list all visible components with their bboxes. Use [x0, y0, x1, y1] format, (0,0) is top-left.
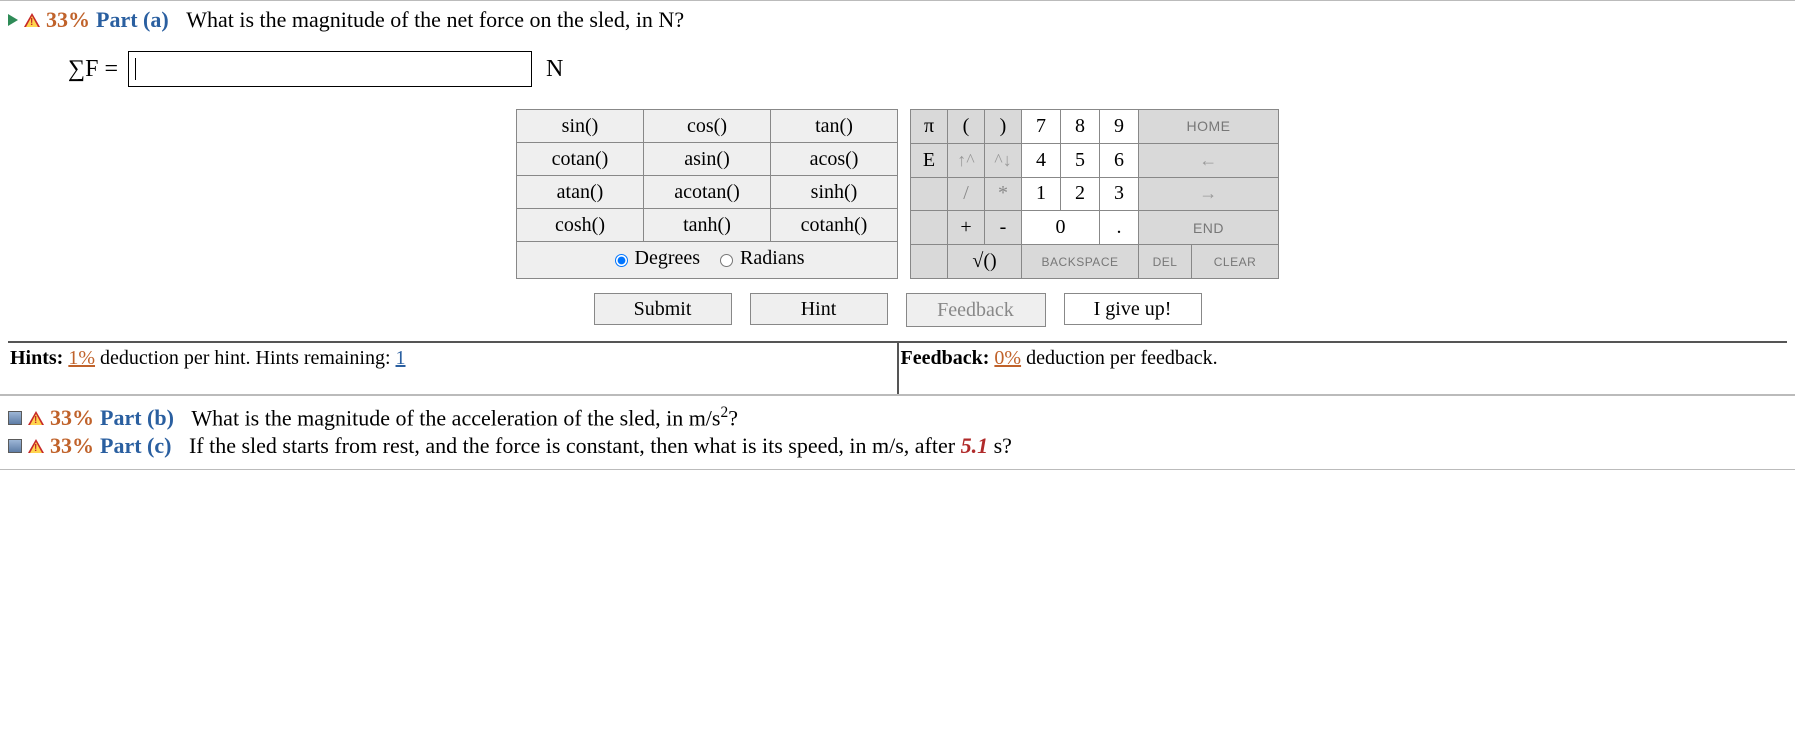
key-pi[interactable]: π [911, 110, 948, 144]
part-c-label: Part (c) [100, 433, 171, 459]
key-multiply[interactable]: * [985, 177, 1022, 211]
part-c-time: 5.1 [961, 433, 989, 458]
key-7[interactable]: 7 [1022, 110, 1061, 144]
key-clear[interactable]: CLEAR [1192, 245, 1279, 279]
key-cos[interactable]: cos() [644, 110, 771, 143]
key-plus[interactable]: + [948, 211, 985, 245]
angle-mode: Degrees Radians [517, 242, 898, 279]
key-0[interactable]: 0 [1022, 211, 1100, 245]
key-sqrt[interactable]: √() [948, 245, 1022, 279]
key-e[interactable]: E [911, 143, 948, 177]
key-acos[interactable]: acos() [771, 143, 898, 176]
giveup-button[interactable]: I give up! [1064, 293, 1202, 325]
feedback-pct[interactable]: 0% [994, 347, 1021, 369]
cursor-icon [135, 58, 136, 80]
key-minus[interactable]: - [985, 211, 1022, 245]
key-lparen[interactable]: ( [948, 110, 985, 144]
key-left[interactable]: ← [1139, 143, 1279, 177]
key-del[interactable]: DEL [1139, 245, 1192, 279]
sigma-f-label: ∑F = [68, 56, 118, 83]
collapse-icon[interactable] [8, 411, 22, 425]
degrees-radio-input[interactable] [615, 254, 628, 267]
radians-radio-input[interactable] [720, 254, 733, 267]
radians-radio[interactable]: Radians [715, 247, 804, 270]
key-asin[interactable]: asin() [644, 143, 771, 176]
hints-pct[interactable]: 1% [68, 347, 95, 369]
numeric-keys: π ( ) 7 8 9 HOME E ↑^ ^↓ 4 5 6 ← / * [910, 109, 1279, 279]
part-c-percent: 33% [50, 433, 94, 459]
expand-icon[interactable] [8, 14, 18, 26]
key-right[interactable]: → [1139, 177, 1279, 211]
collapse-icon[interactable] [8, 439, 22, 453]
function-keys: sin() cos() tan() cotan() asin() acos() … [516, 109, 898, 279]
key-cotan[interactable]: cotan() [517, 143, 644, 176]
onscreen-keyboard: sin() cos() tan() cotan() asin() acos() … [8, 109, 1787, 279]
submit-button[interactable]: Submit [594, 293, 732, 325]
key-acotan[interactable]: acotan() [644, 176, 771, 209]
action-buttons: Submit Hint Feedback I give up! [8, 293, 1787, 327]
part-a-label: Part (a) [96, 7, 169, 33]
key-4[interactable]: 4 [1022, 143, 1061, 177]
part-a-header: ! 33% Part (a) What is the magnitude of … [8, 5, 1787, 37]
key-backspace[interactable]: BACKSPACE [1022, 245, 1139, 279]
key-cotanh[interactable]: cotanh() [771, 209, 898, 242]
key-caret-down[interactable]: ^↓ [985, 143, 1022, 177]
key-end[interactable]: END [1139, 211, 1279, 245]
key-9[interactable]: 9 [1100, 110, 1139, 144]
key-1[interactable]: 1 [1022, 177, 1061, 211]
key-sin[interactable]: sin() [517, 110, 644, 143]
key-6[interactable]: 6 [1100, 143, 1139, 177]
key-blank3 [911, 245, 948, 279]
key-tanh[interactable]: tanh() [644, 209, 771, 242]
answer-row: ∑F = N [68, 51, 1787, 87]
part-b-label: Part (b) [100, 405, 174, 431]
part-a-percent: 33% [46, 7, 90, 33]
hint-button[interactable]: Hint [750, 293, 888, 325]
feedback-info: Feedback: 0% deduction per feedback. [899, 343, 1788, 394]
key-cosh[interactable]: cosh() [517, 209, 644, 242]
part-c-q2: s? [988, 433, 1012, 458]
feedback-button: Feedback [906, 293, 1046, 327]
key-dot[interactable]: . [1100, 211, 1139, 245]
key-tan[interactable]: tan() [771, 110, 898, 143]
part-b-q1: What is the magnitude of the acceleratio… [191, 405, 720, 430]
part-c-q1: If the sled starts from rest, and the fo… [189, 433, 961, 458]
key-2[interactable]: 2 [1061, 177, 1100, 211]
hints-text: deduction per hint. Hints remaining: [100, 347, 391, 369]
radians-label: Radians [740, 247, 804, 270]
key-caret-up[interactable]: ↑^ [948, 143, 985, 177]
hints-label: Hints: [10, 347, 63, 369]
part-a-question: What is the magnitude of the net force o… [186, 7, 684, 33]
key-3[interactable]: 3 [1100, 177, 1139, 211]
key-blank2 [911, 211, 948, 245]
part-b-question: What is the magnitude of the acceleratio… [191, 404, 738, 431]
part-c-row[interactable]: ! 33% Part (c) If the sled starts from r… [8, 433, 1787, 459]
warning-icon: ! [28, 439, 44, 453]
key-atan[interactable]: atan() [517, 176, 644, 209]
degrees-radio[interactable]: Degrees [610, 247, 701, 270]
answer-unit: N [546, 56, 563, 83]
feedback-text: deduction per feedback. [1026, 347, 1218, 369]
warning-icon: ! [28, 411, 44, 425]
part-b-row[interactable]: ! 33% Part (b) What is the magnitude of … [8, 404, 1787, 431]
answer-input[interactable] [128, 51, 532, 87]
part-c-question: If the sled starts from rest, and the fo… [189, 433, 1012, 459]
key-rparen[interactable]: ) [985, 110, 1022, 144]
key-5[interactable]: 5 [1061, 143, 1100, 177]
part-b-percent: 33% [50, 405, 94, 431]
key-8[interactable]: 8 [1061, 110, 1100, 144]
key-divide[interactable]: / [948, 177, 985, 211]
warning-icon: ! [24, 13, 40, 27]
key-blank1 [911, 177, 948, 211]
key-sinh[interactable]: sinh() [771, 176, 898, 209]
hints-remaining[interactable]: 1 [396, 347, 406, 369]
degrees-label: Degrees [635, 247, 701, 270]
feedback-label: Feedback: [901, 347, 990, 369]
part-b-q2: ? [728, 405, 738, 430]
info-row: Hints: 1% deduction per hint. Hints rema… [8, 341, 1787, 394]
hints-info: Hints: 1% deduction per hint. Hints rema… [8, 343, 899, 394]
key-home[interactable]: HOME [1139, 110, 1279, 144]
